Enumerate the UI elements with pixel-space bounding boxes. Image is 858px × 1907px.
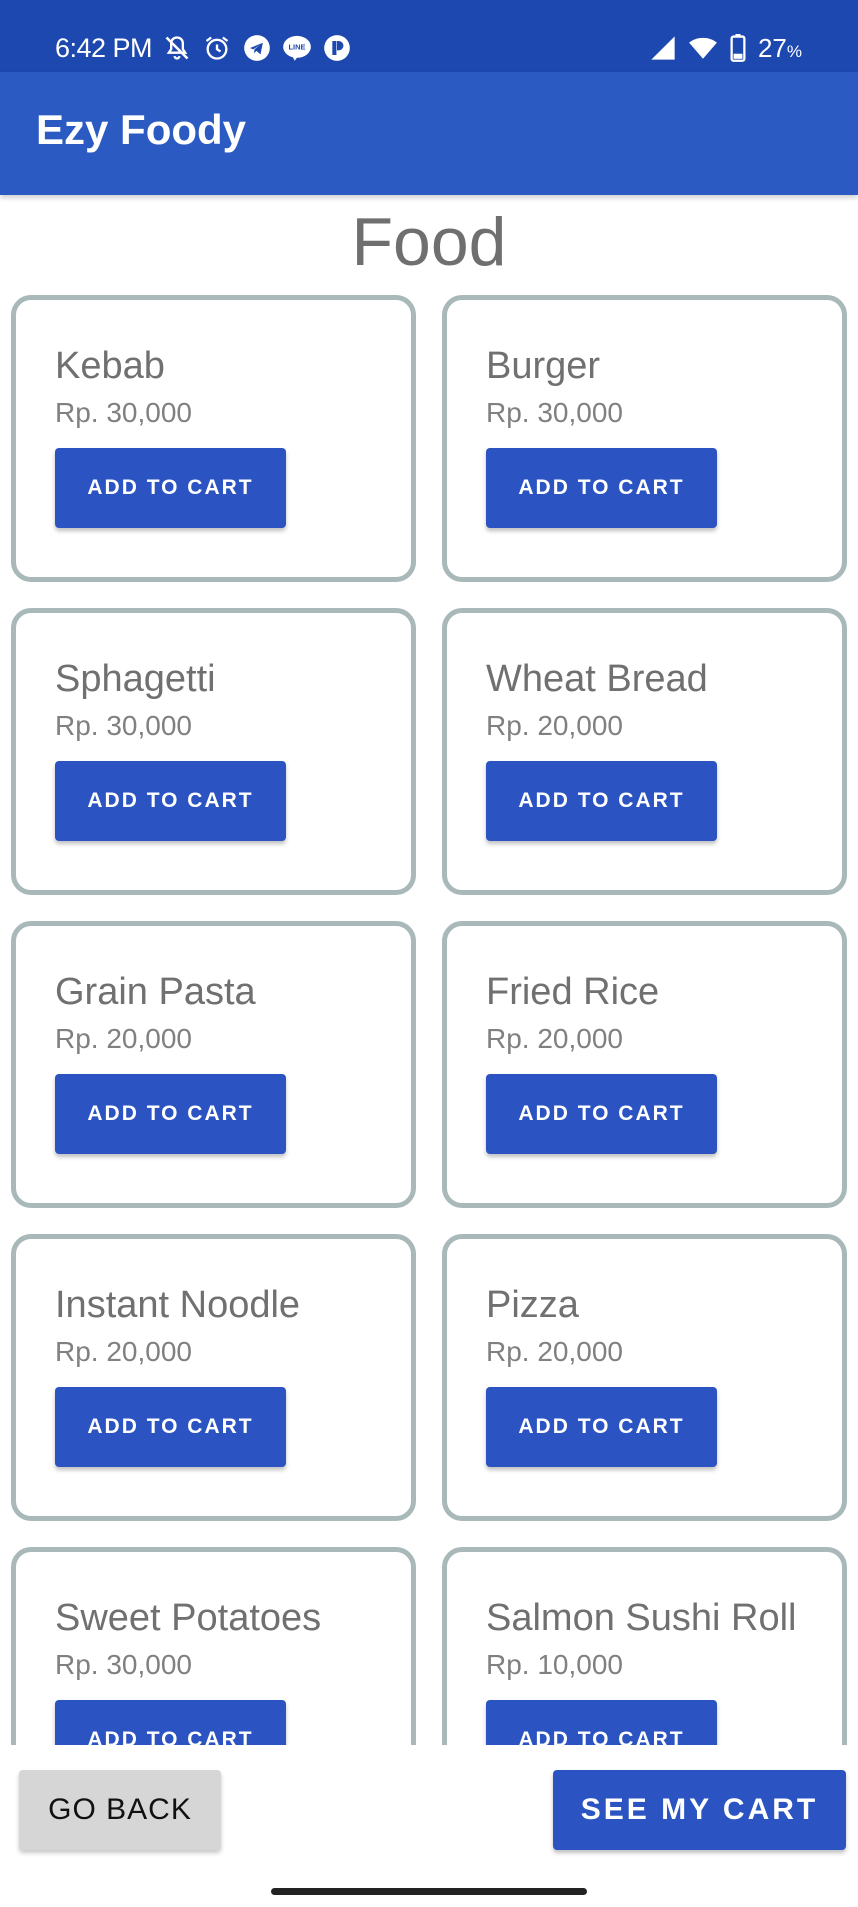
line-icon-label: LINE bbox=[289, 43, 306, 52]
food-card: Sweet Potatoes Rp. 30,000 ADD TO CART bbox=[11, 1547, 416, 1745]
food-price: Rp. 30,000 bbox=[55, 397, 192, 428]
status-bar: 6:42 PM LINE 27% bbox=[0, 0, 858, 72]
add-to-cart-button[interactable]: ADD TO CART bbox=[55, 1074, 286, 1154]
go-back-button[interactable]: GO BACK bbox=[19, 1770, 221, 1850]
food-name: Salmon Sushi Roll bbox=[486, 1597, 797, 1639]
food-name: Grain Pasta bbox=[55, 971, 256, 1013]
food-name: Sphagetti bbox=[55, 658, 216, 700]
status-left: 6:42 PM LINE bbox=[55, 28, 352, 68]
battery-value: 27 bbox=[757, 32, 787, 63]
food-card: Wheat Bread Rp. 20,000 ADD TO CART bbox=[442, 608, 847, 895]
p-app-icon bbox=[322, 33, 352, 63]
line-icon: LINE bbox=[282, 33, 312, 63]
status-time: 6:42 PM bbox=[55, 32, 153, 63]
telegram-icon bbox=[242, 33, 272, 63]
add-to-cart-button[interactable]: ADD TO CART bbox=[486, 1074, 717, 1154]
see-my-cart-button[interactable]: SEE MY CART bbox=[553, 1770, 846, 1850]
food-card: Fried Rice Rp. 20,000 ADD TO CART bbox=[442, 921, 847, 1208]
food-card: Burger Rp. 30,000 ADD TO CART bbox=[442, 295, 847, 582]
app-title: Ezy Foody bbox=[36, 106, 247, 153]
add-to-cart-button[interactable]: ADD TO CART bbox=[55, 1700, 286, 1745]
add-to-cart-button[interactable]: ADD TO CART bbox=[486, 761, 717, 841]
food-grid: Kebab Rp. 30,000 ADD TO CART Burger Rp. … bbox=[11, 295, 847, 1745]
food-card: Pizza Rp. 20,000 ADD TO CART bbox=[442, 1234, 847, 1521]
food-price: Rp. 20,000 bbox=[486, 1336, 623, 1367]
add-to-cart-button[interactable]: ADD TO CART bbox=[55, 761, 286, 841]
battery-icon bbox=[728, 33, 748, 63]
food-price: Rp. 20,000 bbox=[55, 1023, 192, 1054]
food-price: Rp. 30,000 bbox=[486, 397, 623, 428]
food-price: Rp. 30,000 bbox=[55, 710, 192, 741]
food-price: Rp. 30,000 bbox=[55, 1649, 192, 1680]
food-name: Pizza bbox=[486, 1284, 579, 1326]
food-name: Instant Noodle bbox=[55, 1284, 301, 1326]
food-price: Rp. 20,000 bbox=[486, 1023, 623, 1054]
food-name: Burger bbox=[486, 345, 601, 387]
food-card: Instant Noodle Rp. 20,000 ADD TO CART bbox=[11, 1234, 416, 1521]
app-screen: 6:42 PM LINE 27% Ezy Foody Food Kebab Rp… bbox=[0, 0, 858, 1907]
home-gesture-bar[interactable] bbox=[271, 1888, 587, 1895]
app-bar: Ezy Foody bbox=[0, 72, 858, 195]
food-price: Rp. 20,000 bbox=[486, 710, 623, 741]
page-title: Food bbox=[351, 204, 507, 280]
food-name: Wheat Bread bbox=[486, 658, 708, 700]
alarm-icon bbox=[202, 33, 232, 63]
food-price: Rp. 20,000 bbox=[55, 1336, 192, 1367]
food-name: Fried Rice bbox=[486, 971, 660, 1013]
battery-unit: % bbox=[786, 41, 802, 61]
wifi-icon bbox=[688, 33, 718, 63]
status-right: 27% bbox=[648, 28, 802, 68]
food-name: Sweet Potatoes bbox=[55, 1597, 322, 1639]
battery-percent: 27% bbox=[758, 33, 802, 64]
add-to-cart-button[interactable]: ADD TO CART bbox=[55, 448, 286, 528]
food-card: Salmon Sushi Roll Rp. 10,000 ADD TO CART bbox=[442, 1547, 847, 1745]
add-to-cart-button[interactable]: ADD TO CART bbox=[55, 1387, 286, 1467]
bottom-action-bar: GO BACK SEE MY CART bbox=[0, 1745, 858, 1907]
food-card: Sphagetti Rp. 30,000 ADD TO CART bbox=[11, 608, 416, 895]
add-to-cart-button[interactable]: ADD TO CART bbox=[486, 1700, 717, 1745]
food-name: Kebab bbox=[55, 345, 165, 387]
add-to-cart-button[interactable]: ADD TO CART bbox=[486, 448, 717, 528]
mute-bell-icon bbox=[162, 33, 192, 63]
add-to-cart-button[interactable]: ADD TO CART bbox=[486, 1387, 717, 1467]
food-card: Kebab Rp. 30,000 ADD TO CART bbox=[11, 295, 416, 582]
food-card: Grain Pasta Rp. 20,000 ADD TO CART bbox=[11, 921, 416, 1208]
food-price: Rp. 10,000 bbox=[486, 1649, 623, 1680]
food-list-scroll[interactable]: Kebab Rp. 30,000 ADD TO CART Burger Rp. … bbox=[0, 290, 858, 1745]
signal-icon bbox=[648, 33, 678, 63]
